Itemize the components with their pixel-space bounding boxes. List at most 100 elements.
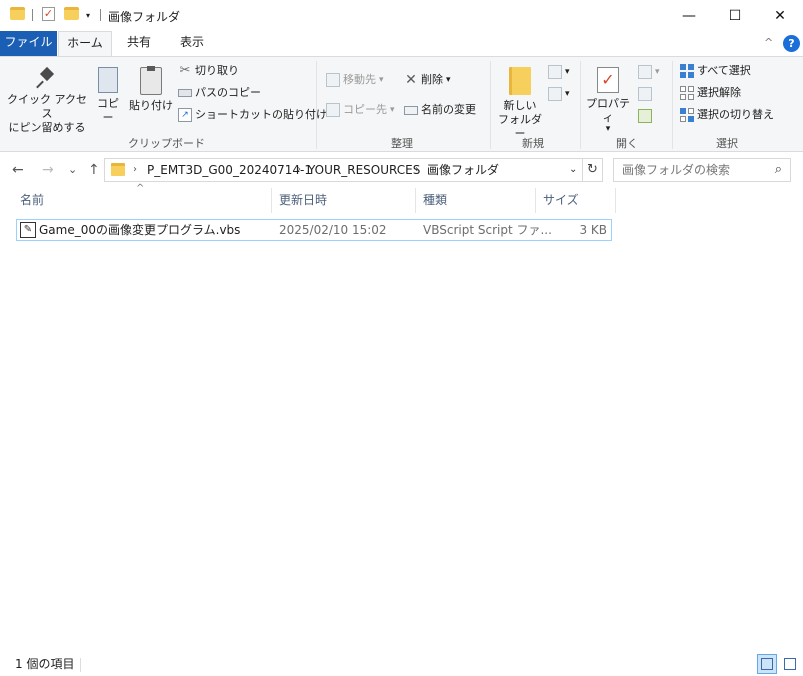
forward-button[interactable]: →	[42, 158, 54, 182]
open-group-label: 開く	[616, 137, 638, 150]
select-all-label: すべて選択	[697, 64, 751, 77]
open-button[interactable]: ▾	[638, 63, 660, 81]
minimize-button[interactable]: —	[666, 0, 712, 31]
new-item-button[interactable]: ▾	[548, 63, 570, 81]
copy-to-button[interactable]: コピー先 ▾	[326, 101, 395, 119]
title-bar: ✓ ▾ 画像フォルダ — ☐ ✕	[0, 0, 803, 31]
move-to-button[interactable]: 移動先 ▾	[326, 71, 384, 89]
easy-access-button[interactable]: ▾	[548, 85, 570, 103]
easy-access-icon	[548, 87, 562, 101]
paste-shortcut-button[interactable]: ↗ ショートカットの貼り付け	[178, 106, 327, 124]
up-button[interactable]: ↑	[88, 158, 100, 182]
breadcrumb-item[interactable]: YOUR_RESOURCES	[308, 159, 420, 181]
column-header-size[interactable]: サイズ	[537, 188, 616, 213]
file-row[interactable]: ✎ Game_00の画像変更プログラム.vbs 2025/02/10 15:02…	[16, 219, 612, 241]
history-icon	[638, 109, 652, 123]
new-folder-icon[interactable]	[64, 7, 79, 20]
breadcrumb-separator-icon[interactable]: ›	[297, 159, 301, 181]
help-icon[interactable]: ?	[783, 35, 800, 52]
large-icons-view-button[interactable]	[780, 654, 800, 674]
breadcrumb-item[interactable]: P_EMT3D_G00_20240714-1	[147, 159, 312, 181]
copy-button[interactable]: コピー	[92, 67, 124, 125]
details-view-button[interactable]	[757, 654, 777, 674]
copy-path-button[interactable]: パスのコピー	[178, 84, 261, 102]
qa-customize-icon[interactable]: ▾	[86, 11, 90, 20]
tab-share[interactable]: 共有	[114, 31, 164, 56]
address-folder-icon	[111, 163, 125, 176]
copy-to-icon	[326, 103, 340, 117]
group-divider	[490, 61, 491, 149]
new-item-icon	[548, 65, 562, 79]
file-modified: 2025/02/10 15:02	[279, 223, 387, 237]
address-dropdown-icon[interactable]: ⌄	[569, 159, 577, 181]
move-to-label: 移動先	[343, 73, 376, 86]
search-box[interactable]: 画像フォルダの検索 ⌕	[613, 158, 791, 182]
history-button[interactable]	[638, 107, 655, 125]
delete-label: 削除	[421, 73, 443, 86]
search-icon[interactable]: ⌕	[775, 159, 782, 181]
pin-label-2: にピン留めする	[8, 121, 86, 134]
search-input[interactable]: 画像フォルダの検索	[622, 163, 730, 177]
large-icons-view-icon	[784, 658, 796, 670]
properties-check-icon[interactable]: ✓	[42, 7, 55, 21]
tab-home[interactable]: ホーム	[58, 31, 112, 57]
cut-label: 切り取り	[195, 64, 239, 77]
select-all-icon	[680, 64, 694, 78]
status-item-count: 1 個の項目	[15, 657, 75, 671]
window-title: 画像フォルダ	[108, 10, 181, 24]
clipboard-group-label: クリップボード	[128, 137, 205, 150]
breadcrumb-separator-icon[interactable]: ›	[415, 159, 419, 181]
paste-button[interactable]: 貼り付け	[128, 66, 174, 113]
properties-label: プロパティ	[586, 97, 630, 124]
delete-button[interactable]: ✕ 削除 ▾	[404, 71, 450, 89]
pin-label-1: クイック アクセス	[7, 93, 87, 120]
recent-locations-button[interactable]: ⌄	[68, 158, 77, 182]
column-header-type[interactable]: 種類	[417, 188, 536, 213]
edit-button[interactable]	[638, 85, 655, 103]
properties-button[interactable]: ✓ プロパティ ▾	[584, 67, 632, 134]
select-all-button[interactable]: すべて選択	[680, 62, 751, 80]
qa-separator	[32, 9, 33, 21]
column-header-modified[interactable]: 更新日時	[273, 188, 416, 213]
column-header-name[interactable]: 名前	[14, 188, 272, 213]
open-dropdown-icon: ▾	[655, 67, 660, 77]
file-name[interactable]: Game_00の画像変更プログラム.vbs	[39, 220, 240, 240]
breadcrumb-separator-icon[interactable]: ›	[133, 159, 137, 181]
easy-access-dropdown-icon: ▾	[565, 89, 570, 99]
breadcrumb-item[interactable]: 画像フォルダ	[427, 159, 499, 181]
paste-shortcut-label: ショートカットの貼り付け	[195, 108, 327, 121]
properties-dropdown-icon: ▾	[605, 124, 611, 134]
file-type: VBScript Script ファ...	[423, 223, 552, 237]
shortcut-icon: ↗	[178, 108, 192, 122]
folder-icon[interactable]	[10, 7, 25, 20]
copy-to-label: コピー先	[343, 103, 387, 116]
new-folder-label-1: 新しい	[503, 99, 537, 112]
select-none-button[interactable]: 選択解除	[680, 84, 741, 102]
address-bar[interactable]: › P_EMT3D_G00_20240714-1 › YOUR_RESOURCE…	[104, 158, 583, 182]
select-none-icon	[680, 86, 694, 100]
copy-label: コピー	[97, 97, 119, 124]
close-button[interactable]: ✕	[757, 0, 803, 31]
qa-separator	[100, 9, 101, 21]
new-folder-button[interactable]: 新しい フォルダー	[496, 67, 544, 141]
move-dropdown-icon: ▾	[379, 75, 384, 85]
back-button[interactable]: ←	[12, 158, 24, 182]
new-group-label: 新規	[522, 137, 544, 150]
delete-x-icon: ✕	[405, 72, 417, 88]
maximize-button[interactable]: ☐	[712, 0, 758, 31]
tab-view[interactable]: 表示	[166, 31, 218, 56]
scissors-icon: ✂	[179, 63, 191, 78]
paste-label: 貼り付け	[129, 99, 173, 112]
cut-button[interactable]: ✂ 切り取り	[178, 62, 239, 80]
collapse-ribbon-icon[interactable]: ^	[764, 36, 773, 49]
copy-path-label: パスのコピー	[195, 86, 261, 99]
vbs-file-icon: ✎	[20, 222, 36, 238]
invert-selection-icon	[680, 108, 694, 122]
tab-file[interactable]: ファイル	[0, 31, 57, 56]
group-divider	[672, 61, 673, 149]
rename-button[interactable]: 名前の変更	[404, 101, 476, 119]
invert-selection-button[interactable]: 選択の切り替え	[680, 106, 774, 124]
refresh-button[interactable]: ↻	[583, 158, 603, 182]
pin-quick-access-button[interactable]: クイック アクセス にピン留めする	[6, 67, 88, 135]
edit-icon	[638, 87, 652, 101]
